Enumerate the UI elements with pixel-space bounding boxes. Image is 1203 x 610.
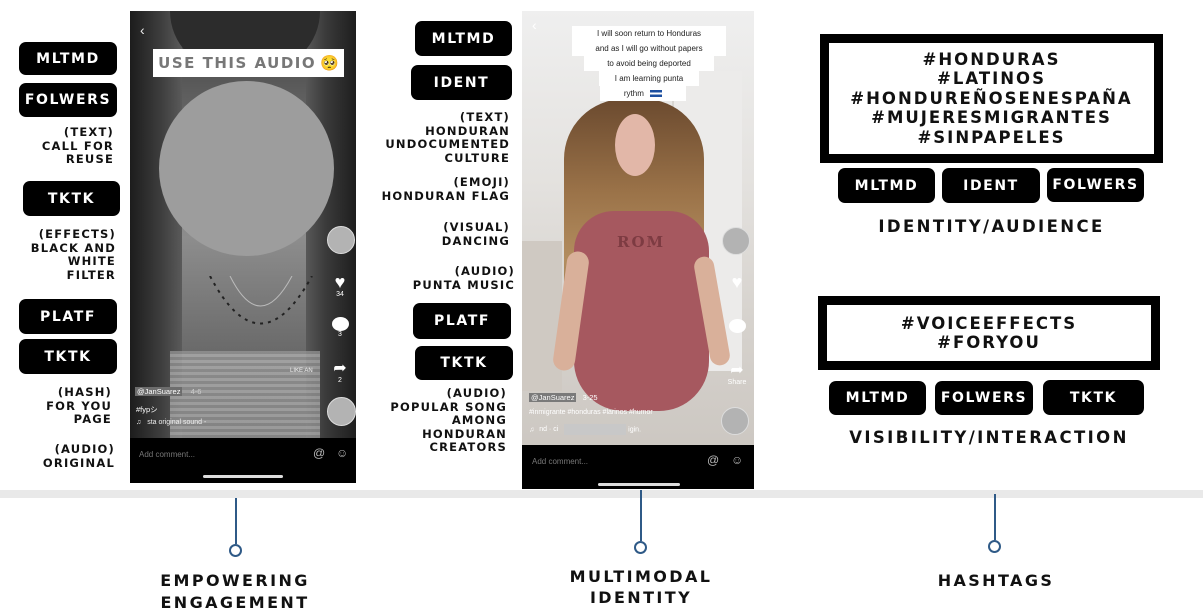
phone-screenshot-2: ROM ‹ I will soon return to Honduras and… [522, 11, 754, 489]
emoji-icon[interactable]: ☺ [731, 453, 743, 467]
caption-line-1: I will soon return to Honduras [572, 26, 726, 41]
pleading-face-emoji-icon: 🥺 [320, 55, 339, 72]
timeline-baseline [0, 490, 1203, 498]
watermark-text: LIKE AN [290, 368, 313, 374]
pill-ident: IDENT [411, 65, 512, 100]
mention-icon[interactable]: @ [707, 453, 719, 467]
label-audio-original: (AUDIO) ORIGINAL [42, 442, 115, 470]
share-arrow-icon: ➦ [730, 362, 744, 379]
pill-platf: PLATF [19, 299, 117, 334]
caption-line-3: to avoid being deported [584, 56, 714, 71]
pill-platf: PLATF [413, 303, 511, 339]
shirt-print-text: ROM [617, 233, 666, 251]
pill-folwers: FOLWERS [935, 381, 1033, 415]
pill-mltmd: MLTMD [829, 381, 926, 415]
back-chevron-icon[interactable]: ‹ [532, 17, 537, 33]
sound-line[interactable]: ♫ sta original sound - [136, 419, 206, 426]
share-button[interactable]: ➦ Share [723, 362, 751, 387]
home-indicator [203, 475, 283, 478]
pill-mltmd: MLTMD [415, 21, 512, 56]
timeline-dot-1 [229, 544, 242, 557]
caption-overlay: I will soon return to Honduras and as I … [572, 26, 726, 102]
timeline-dot-3 [988, 540, 1001, 553]
sound-disc[interactable] [327, 397, 356, 426]
phone-screenshot-1: ‹ USE THIS AUDIO 🥺 ♥ 34 3 ➦ 2 LIKE AN @J… [130, 11, 356, 483]
video-hashtags[interactable]: #inmigrante #honduras #larinos #humor [529, 409, 653, 416]
pill-folwers: FOLWERS [19, 83, 117, 117]
pill-mltmd: MLTMD [838, 168, 935, 203]
music-note-icon: ♫ [136, 419, 142, 426]
label-emoji-flag: (EMOJI) HONDURAN FLAG [381, 175, 510, 203]
music-note-icon: ♫ [529, 426, 535, 434]
sound-line[interactable]: ♫ nd · ci igin. [529, 424, 641, 435]
pill-tktk: TKTK [19, 339, 117, 374]
hashtag-box-identity: #HONDURAS #LATINOS #HONDUREÑOSENESPAÑA #… [820, 34, 1163, 163]
hashtag-box-visibility: #VOICEEFFECTS #FORYOU [818, 296, 1160, 370]
like-button[interactable]: ♥ [725, 273, 749, 291]
avatar-circle[interactable] [722, 227, 750, 255]
caption-line-5: rythm [600, 86, 686, 101]
timeline-stem-2 [640, 490, 642, 541]
sound-redaction [564, 424, 627, 435]
comment-bubble-icon [331, 317, 349, 331]
caption-line-2: and as I will go without papers [572, 41, 726, 56]
honduras-flag-icon [650, 90, 663, 98]
label-effects-filter: (EFFECTS) BLACK AND WHITE FILTER [30, 227, 116, 282]
face-blur [615, 114, 655, 176]
pill-tktk: TKTK [1043, 380, 1144, 415]
mention-icon[interactable]: @ [313, 446, 325, 460]
label-text-call-for-reuse: (TEXT) CALL FOR REUSE [41, 125, 114, 166]
share-button[interactable]: ➦ 2 [328, 360, 352, 385]
label-text-culture: (TEXT) HONDURAN UNDOCUMENTED CULTURE [385, 110, 510, 165]
share-arrow-icon: ➦ [333, 360, 347, 377]
face-blur-circle [159, 81, 334, 256]
pill-tktk: TKTK [415, 346, 513, 380]
back-chevron-icon[interactable]: ‹ [140, 22, 145, 38]
home-indicator [598, 483, 680, 486]
label-audio-popular-song: (AUDIO) POPULAR SONG AMONG HONDURAN CREA… [390, 386, 507, 454]
avatar-circle[interactable] [327, 226, 355, 254]
timeline-label-hashtags: HASHTAGS [937, 571, 1055, 590]
comment-bubble-icon [728, 319, 746, 333]
timeline-stem-1 [235, 498, 237, 544]
pill-tktk: TKTK [23, 181, 120, 216]
label-audio-punta: (AUDIO) PUNTA MUSIC [412, 264, 515, 292]
add-comment-input[interactable]: Add comment... [139, 450, 195, 459]
comment-button[interactable]: 3 [328, 317, 352, 338]
shirt [170, 351, 320, 451]
timeline-stem-3 [994, 494, 996, 540]
comment-button[interactable] [725, 319, 749, 333]
label-visual-dancing: (VISUAL) DANCING [441, 220, 510, 248]
timeline-dot-2 [634, 541, 647, 554]
caption-line-4: I am learning punta [599, 71, 699, 86]
overlay-use-this-audio: USE THIS AUDIO 🥺 [153, 49, 344, 77]
username[interactable]: @JanSuarez 3-25 [529, 393, 598, 402]
username[interactable]: @JanSuarez 4-6 [135, 387, 201, 396]
pill-mltmd: MLTMD [19, 42, 117, 75]
background-shelf [522, 241, 562, 391]
comment-bar: Add comment... @ ☺ [522, 445, 754, 489]
label-hash-for-you-page: (HASH) FOR YOU PAGE [46, 385, 112, 426]
pill-ident: IDENT [942, 168, 1040, 203]
heart-icon: ♥ [334, 272, 346, 292]
timeline-label-multimodal-identity: MULTIMODAL IDENTITY [569, 567, 713, 607]
sound-disc[interactable] [721, 407, 749, 435]
heading-identity-audience: IDENTITY/AUDIENCE [878, 217, 1105, 236]
heart-icon: ♥ [731, 272, 743, 292]
like-button[interactable]: ♥ 34 [328, 273, 352, 298]
emoji-icon[interactable]: ☺ [336, 446, 348, 460]
heading-visibility-interaction: VISIBILITY/INTERACTION [849, 428, 1129, 447]
add-comment-input[interactable]: Add comment... [532, 457, 588, 466]
pill-folwers: FOLWERS [1047, 168, 1144, 202]
comment-bar: Add comment... @ ☺ [130, 438, 356, 483]
video-hashtag[interactable]: #fypシ [136, 404, 158, 415]
timeline-label-empowering-engagement: EMPOWERING ENGAGEMENT [160, 571, 310, 610]
